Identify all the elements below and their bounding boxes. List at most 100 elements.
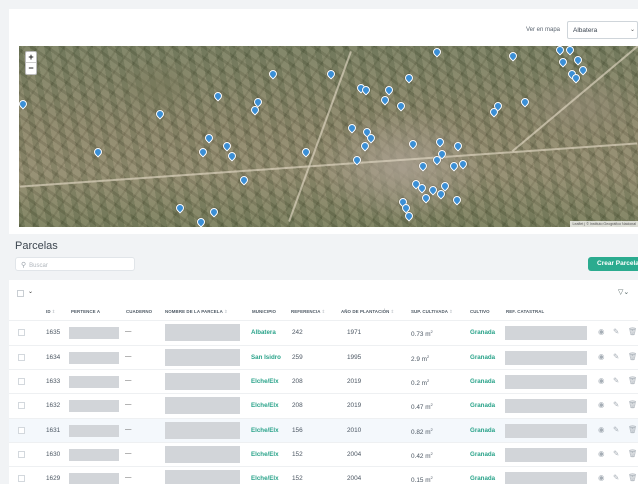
chevron-down-icon[interactable]: ⌄ (28, 288, 33, 295)
map-marker-icon[interactable] (407, 138, 419, 150)
municipio-select[interactable]: Albatera ⌄ (567, 21, 638, 39)
map-marker-icon[interactable] (19, 98, 29, 110)
satellite-map[interactable]: Leaflet | © Instituto Geográfico Naciona… (19, 46, 638, 227)
map-marker-icon[interactable] (195, 216, 207, 227)
trash-icon[interactable]: 🗑 (628, 352, 638, 361)
edit-icon[interactable]: ✎ (613, 352, 619, 361)
cell-municipio[interactable]: Elche/Elx (251, 451, 279, 458)
trash-icon[interactable]: 🗑 (628, 327, 638, 336)
map-marker-icon[interactable] (325, 68, 337, 80)
eye-icon[interactable]: ◉ (598, 327, 605, 336)
map-zoom-control[interactable]: + − (25, 51, 37, 75)
map-marker-icon[interactable] (403, 72, 415, 84)
edit-icon[interactable]: ✎ (613, 473, 619, 482)
cell-anio: 1971 (347, 329, 362, 336)
table-row[interactable]: 1635 — Albatera 242 1971 0.73 m2 Granada ◉ ✎ 🗑 (9, 320, 638, 344)
map-marker-icon[interactable] (208, 206, 220, 218)
table-row[interactable]: 1629 — Elche/Elx 152 2004 0.15 m2 Granada ◉ ✎ 🗑 (9, 466, 638, 484)
row-checkbox[interactable] (18, 402, 25, 409)
map-marker-icon[interactable] (174, 202, 186, 214)
cell-municipio[interactable]: Elche/Elx (251, 427, 279, 434)
cell-cultivo[interactable]: Granada (470, 427, 495, 434)
map-marker-icon[interactable] (519, 96, 531, 108)
cell-cultivo[interactable]: Granada (470, 451, 495, 458)
table-row[interactable]: 1632 — Elche/Elx 208 2019 0.47 m2 Granada ◉ ✎ 🗑 (9, 393, 638, 417)
row-checkbox[interactable] (18, 475, 25, 482)
eye-icon[interactable]: ◉ (598, 473, 605, 482)
trash-icon[interactable]: 🗑 (628, 473, 638, 482)
map-marker-icon[interactable] (452, 140, 464, 152)
zoom-out-button[interactable]: − (26, 63, 36, 74)
eye-icon[interactable]: ◉ (598, 352, 605, 361)
eye-icon[interactable]: ◉ (598, 376, 605, 385)
create-parcela-button[interactable]: Crear Parcela (588, 257, 638, 271)
cell-cultivo[interactable]: Granada (470, 475, 495, 482)
map-marker-icon[interactable] (92, 146, 104, 158)
cell-cultivo[interactable]: Granada (470, 378, 495, 385)
map-marker-icon[interactable] (154, 108, 166, 120)
map-marker-icon[interactable] (434, 136, 446, 148)
search-input[interactable]: ⚲ Buscar (15, 257, 135, 271)
select-all-checkbox[interactable] (17, 290, 24, 297)
column-header-referencia[interactable]: REFERENCIA⇕ (291, 309, 325, 315)
cell-municipio[interactable]: Elche/Elx (251, 475, 279, 482)
table-row[interactable]: 1631 — Elche/Elx 156 2010 0.82 m2 Granada ◉ ✎ 🗑 (9, 418, 638, 442)
row-checkbox[interactable] (18, 427, 25, 434)
cell-municipio[interactable]: Albatera (251, 329, 276, 336)
cell-municipio[interactable]: Elche/Elx (251, 402, 279, 409)
table-row[interactable]: 1630 — Elche/Elx 152 2004 0.42 m2 Granada ◉ ✎ 🗑 (9, 442, 638, 466)
map-marker-icon[interactable] (197, 146, 209, 158)
map-marker-icon[interactable] (379, 94, 391, 106)
cell-municipio[interactable]: Elche/Elx (251, 378, 279, 385)
map-marker-icon[interactable] (554, 46, 566, 56)
map-marker-icon[interactable] (507, 50, 519, 62)
zoom-in-button[interactable]: + (26, 52, 36, 63)
edit-icon[interactable]: ✎ (613, 425, 619, 434)
filter-icon[interactable]: ▽⌄ (618, 288, 629, 296)
map-marker-icon[interactable] (267, 68, 279, 80)
map-marker-icon[interactable] (346, 122, 358, 134)
map-marker-icon[interactable] (383, 84, 395, 96)
edit-icon[interactable]: ✎ (613, 327, 619, 336)
map-marker-icon[interactable] (431, 46, 443, 58)
column-header-superficie[interactable]: SUP. CULTIVADA⇕ (411, 309, 453, 315)
trash-icon[interactable]: 🗑 (628, 449, 638, 458)
map-marker-icon[interactable] (203, 132, 215, 144)
row-checkbox[interactable] (18, 378, 25, 385)
map-marker-icon[interactable] (395, 100, 407, 112)
column-header-id[interactable]: ID⇕ (46, 309, 55, 315)
map-marker-icon[interactable] (212, 90, 224, 102)
map-marker-icon[interactable] (417, 160, 429, 172)
column-header-nombre[interactable]: NOMBRE DE LA PARCELA⇕ (165, 309, 228, 315)
eye-icon[interactable]: ◉ (598, 425, 605, 434)
cell-municipio[interactable]: San Isidro (251, 354, 281, 361)
map-marker-icon[interactable] (577, 64, 589, 76)
table-row[interactable]: 1634 — San Isidro 259 1995 2.9 m2 Granada ◉ ✎ 🗑 (9, 345, 638, 369)
eye-icon[interactable]: ◉ (598, 449, 605, 458)
column-header-anio[interactable]: AÑO DE PLANTACIÓN⇕ (341, 309, 394, 315)
eye-icon[interactable]: ◉ (598, 400, 605, 409)
trash-icon[interactable]: 🗑 (628, 400, 638, 409)
map-marker-icon[interactable] (221, 140, 233, 152)
edit-icon[interactable]: ✎ (613, 449, 619, 458)
cell-cultivo[interactable]: Granada (470, 329, 495, 336)
trash-icon[interactable]: 🗑 (628, 376, 638, 385)
edit-icon[interactable]: ✎ (613, 400, 619, 409)
row-checkbox[interactable] (18, 451, 25, 458)
edit-icon[interactable]: ✎ (613, 376, 619, 385)
map-marker-icon[interactable] (238, 174, 250, 186)
map-marker-icon[interactable] (564, 46, 576, 56)
map-marker-icon[interactable] (457, 158, 469, 170)
map-marker-icon[interactable] (300, 146, 312, 158)
map-marker-icon[interactable] (420, 192, 432, 204)
table-row[interactable]: 1633 — Elche/Elx 208 2019 0.2 m2 Granada ◉ ✎ 🗑 (9, 369, 638, 393)
row-checkbox[interactable] (18, 329, 25, 336)
trash-icon[interactable]: 🗑 (628, 425, 638, 434)
map-marker-icon[interactable] (226, 150, 238, 162)
cell-cultivo[interactable]: Granada (470, 354, 495, 361)
map-marker-icon[interactable] (572, 54, 584, 66)
row-checkbox[interactable] (18, 354, 25, 361)
cell-cultivo[interactable]: Granada (470, 402, 495, 409)
map-marker-icon[interactable] (451, 194, 463, 206)
map-marker-icon[interactable] (557, 56, 569, 68)
